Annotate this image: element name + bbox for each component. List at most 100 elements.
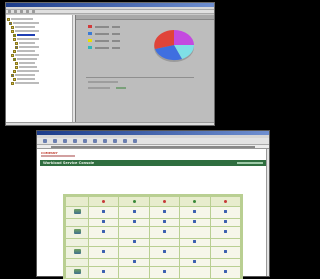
stop-icon[interactable] [63, 139, 67, 143]
home-icon[interactable] [83, 139, 87, 143]
tree-item-label [19, 62, 35, 64]
folder-icon [9, 21, 12, 25]
screenshot-collage: COMPANY Workload Service Console [0, 0, 273, 279]
grid-column-header[interactable] [210, 197, 240, 206]
grid-cell[interactable] [210, 258, 240, 266]
service-icon [162, 199, 166, 203]
grid-row-header[interactable] [66, 258, 88, 266]
legend-label [95, 39, 109, 42]
tree-scrollbar[interactable] [72, 15, 75, 125]
tree-item[interactable] [7, 81, 74, 85]
tree-item-label [19, 42, 35, 44]
grid-cell[interactable] [149, 246, 180, 258]
toolbar-button[interactable] [26, 10, 29, 13]
grid-cell[interactable] [210, 246, 240, 258]
back-icon[interactable] [43, 139, 47, 143]
table-row [66, 246, 240, 258]
url-input[interactable] [51, 146, 255, 148]
status-icon [132, 210, 136, 214]
grid-column-header[interactable] [149, 197, 180, 206]
grid-column-header[interactable] [180, 197, 210, 206]
grid-cell[interactable] [89, 207, 119, 218]
grid-cell[interactable] [149, 258, 180, 266]
service-icon [223, 199, 227, 203]
grid-cell[interactable] [119, 207, 149, 218]
grid-cell[interactable] [119, 258, 149, 266]
grid-cell[interactable] [210, 207, 240, 218]
grid-cell[interactable] [89, 238, 119, 246]
folder-icon [13, 69, 16, 73]
grid-cell[interactable] [149, 266, 180, 278]
service-icon [193, 199, 197, 203]
grid-cell[interactable] [180, 226, 210, 238]
legend-row [88, 32, 120, 35]
history-icon[interactable] [113, 139, 117, 143]
grid-cell[interactable] [119, 226, 149, 238]
vertical-scrollbar[interactable] [266, 149, 269, 276]
grid-cell[interactable] [89, 218, 119, 226]
horizontal-scrollbar[interactable] [6, 122, 214, 125]
status-icon [102, 230, 106, 234]
grid-row-header[interactable] [66, 207, 88, 218]
grid-cell[interactable] [210, 218, 240, 226]
grid-cell[interactable] [89, 246, 119, 258]
refresh-icon[interactable] [73, 139, 77, 143]
grid-cell[interactable] [149, 238, 180, 246]
grid-cell[interactable] [180, 238, 210, 246]
grid-cell[interactable] [89, 266, 119, 278]
print-icon[interactable] [133, 139, 137, 143]
table-row [66, 226, 240, 238]
banner-title: Workload Service Console [43, 161, 95, 165]
grid-row-header[interactable] [66, 218, 88, 226]
grid-cell[interactable] [210, 238, 240, 246]
grid-row-header[interactable] [66, 226, 88, 238]
grid-row-header[interactable] [66, 238, 88, 246]
legend-value [112, 46, 120, 49]
grid-cell[interactable] [149, 218, 180, 226]
grid-cell[interactable] [149, 207, 180, 218]
grid-row-header[interactable] [66, 266, 88, 278]
table-row [66, 258, 240, 266]
grid-cell[interactable] [210, 266, 240, 278]
grid-cell[interactable] [119, 246, 149, 258]
text-line [116, 87, 126, 89]
folder-icon [15, 61, 18, 65]
text-line [88, 87, 110, 89]
grid-cell[interactable] [119, 218, 149, 226]
toolbar-button[interactable] [32, 10, 35, 13]
grid-cell[interactable] [180, 266, 210, 278]
toolbar-button[interactable] [8, 10, 11, 13]
status-icon [102, 220, 106, 224]
mail-icon[interactable] [123, 139, 127, 143]
grid-cell[interactable] [89, 226, 119, 238]
grid-cell[interactable] [180, 207, 210, 218]
browser-window: COMPANY Workload Service Console [36, 130, 270, 279]
browser-toolbar [37, 138, 269, 145]
grid-column-header[interactable] [89, 197, 119, 206]
forward-icon[interactable] [53, 139, 57, 143]
folder-icon [7, 17, 10, 21]
status-icon [223, 250, 227, 254]
logo-subtitle [41, 155, 75, 157]
search-icon[interactable] [93, 139, 97, 143]
toolbar-button[interactable] [20, 10, 23, 13]
grid-row-header[interactable] [66, 246, 88, 258]
legend-label [95, 32, 109, 35]
grid-cell[interactable] [210, 226, 240, 238]
toolbar-button[interactable] [14, 10, 17, 13]
grid-cell[interactable] [180, 258, 210, 266]
status-icon [162, 270, 166, 274]
status-icon [132, 240, 136, 244]
favorites-icon[interactable] [103, 139, 107, 143]
grid-cell[interactable] [180, 218, 210, 226]
grid-cell[interactable] [119, 266, 149, 278]
legend-value [112, 39, 120, 42]
grid-cell[interactable] [180, 246, 210, 258]
grid-cell[interactable] [119, 238, 149, 246]
grid-cell[interactable] [149, 226, 180, 238]
pane-header [76, 15, 214, 20]
grid-cell[interactable] [89, 258, 119, 266]
grid-column-header[interactable] [119, 197, 149, 206]
category-icon [73, 249, 81, 255]
tree-item-label [19, 46, 39, 48]
